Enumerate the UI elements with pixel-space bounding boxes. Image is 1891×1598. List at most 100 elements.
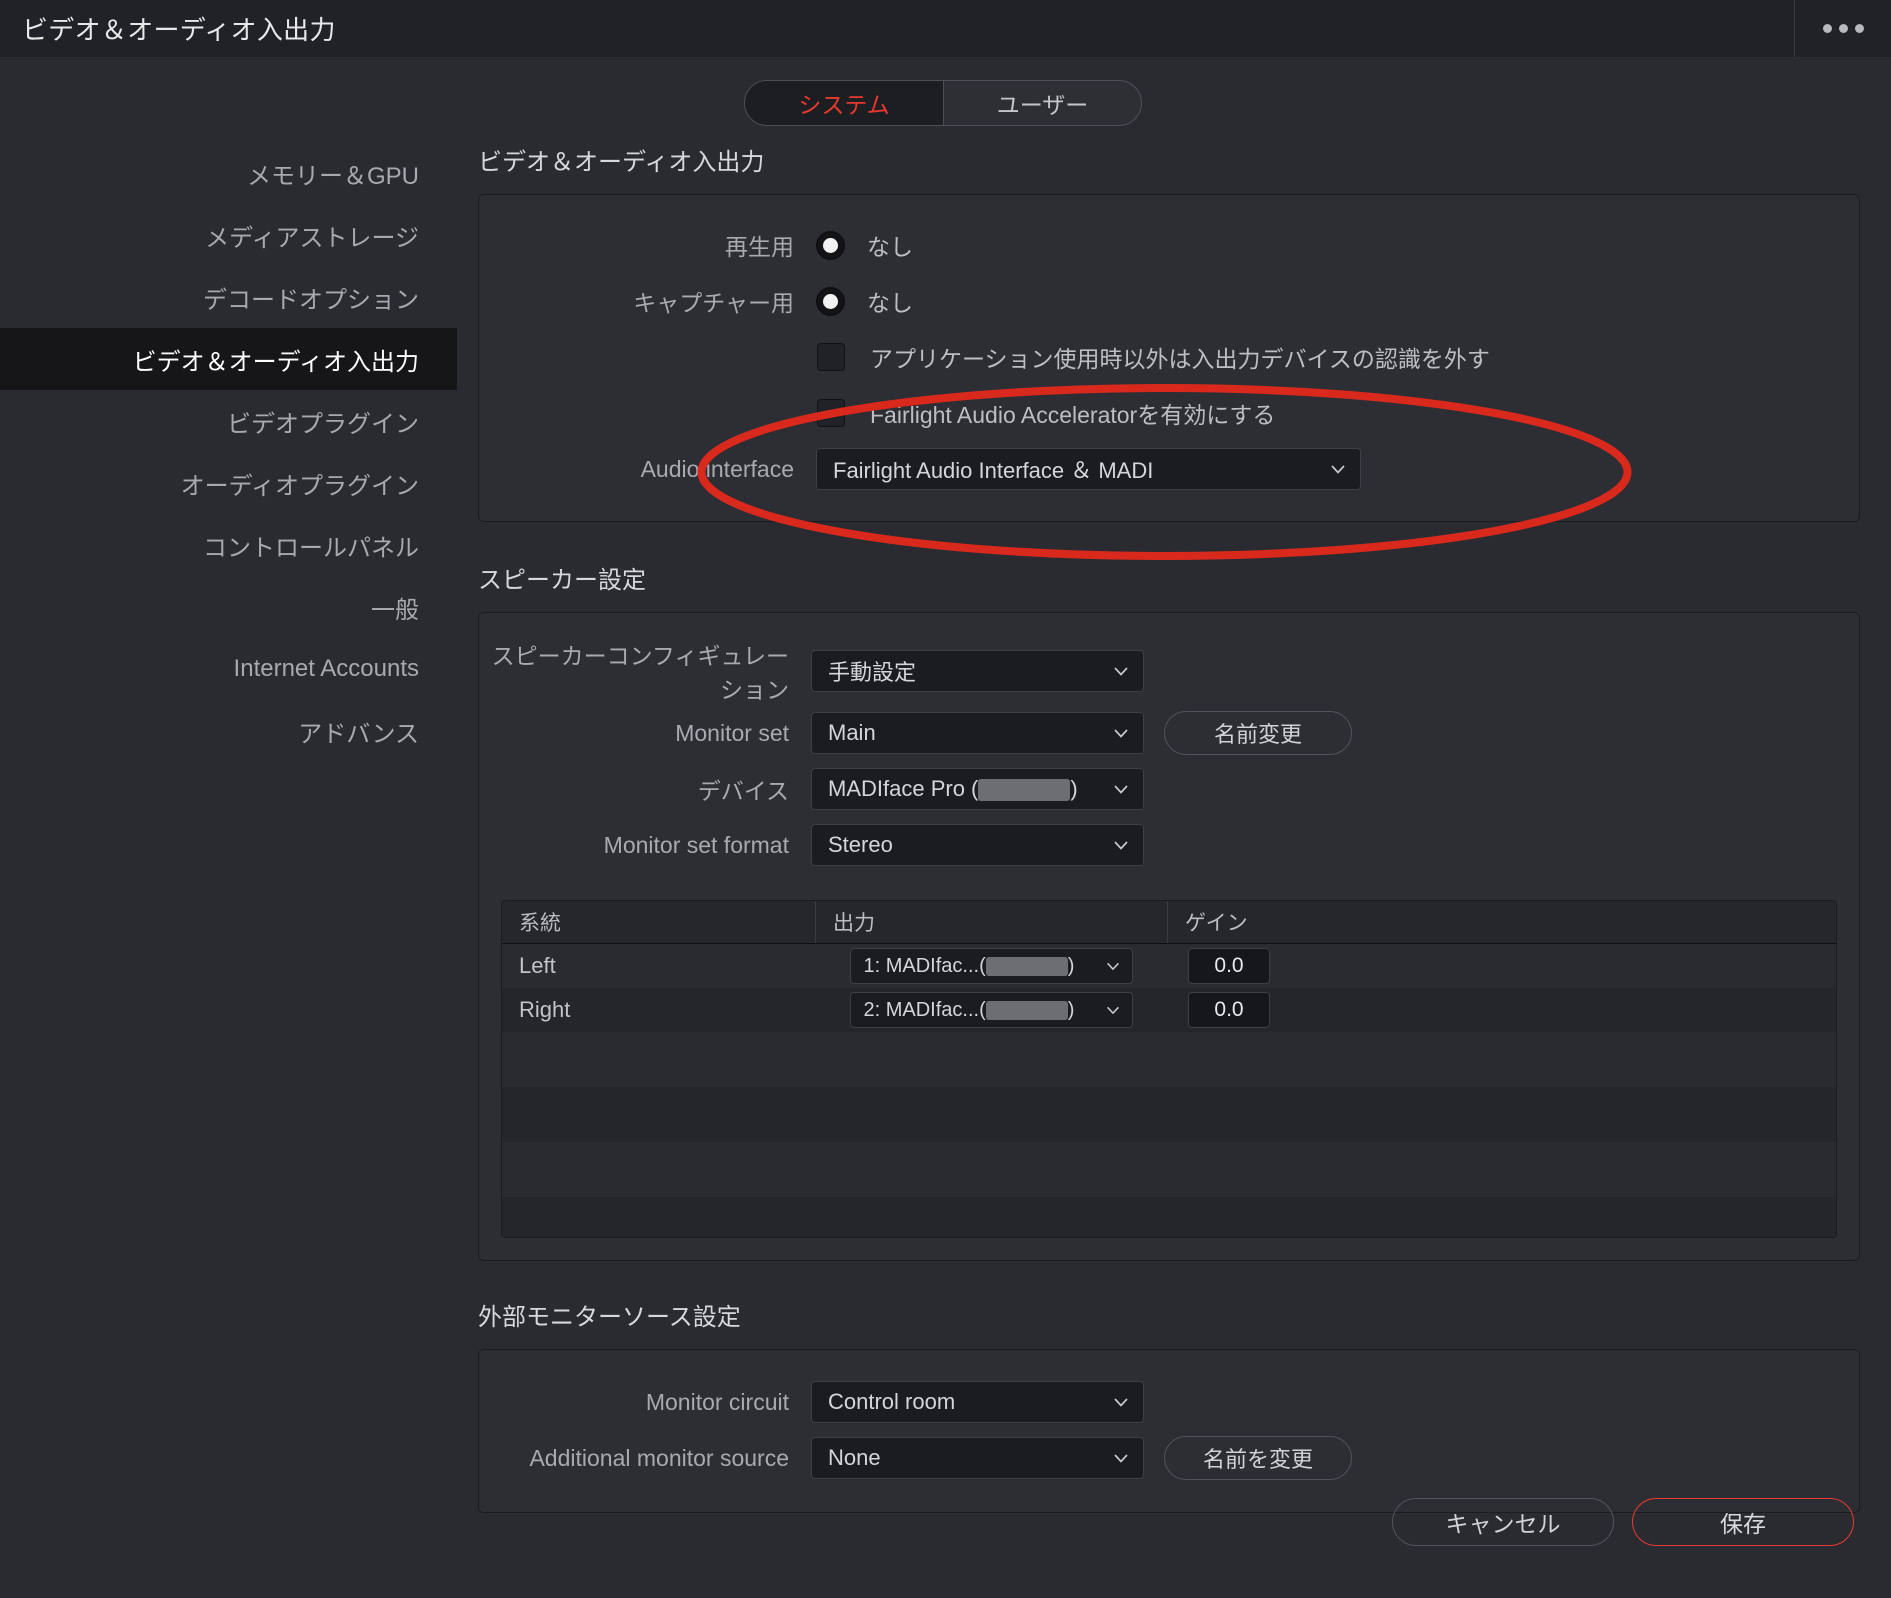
capture-row: キャプチャー用 なし bbox=[479, 273, 1859, 329]
device-value: MADIface Pro () bbox=[828, 776, 1111, 802]
fairlight-accelerator-row: Fairlight Audio Acceleratorを有効にする bbox=[479, 385, 1859, 441]
audio-interface-row: Audio interface Fairlight Audio Interfac… bbox=[479, 441, 1859, 497]
playback-value: なし bbox=[867, 228, 913, 262]
table-row-empty bbox=[502, 1087, 1836, 1142]
table-row-empty bbox=[502, 1197, 1836, 1237]
row-gain-left-input[interactable]: 0.0 bbox=[1188, 948, 1270, 984]
additional-monitor-source-value: None bbox=[828, 1445, 1111, 1471]
row-output-left-cell: 1: MADIfac...() bbox=[815, 944, 1167, 988]
device-value-prefix: MADIface Pro ( bbox=[828, 776, 978, 801]
chevron-down-icon bbox=[1111, 779, 1131, 799]
speaker-config-row: スピーカーコンフィギュレーション 手動設定 bbox=[479, 637, 1859, 705]
monitor-set-format-label: Monitor set format bbox=[479, 832, 789, 859]
dot-1 bbox=[1823, 24, 1832, 33]
release-devices-row: アプリケーション使用時以外は入出力デバイスの認識を外す bbox=[479, 329, 1859, 385]
monitor-set-select[interactable]: Main bbox=[811, 712, 1144, 754]
chevron-down-icon bbox=[1111, 1392, 1131, 1412]
row-output-right-cell: 2: MADIfac...() bbox=[815, 988, 1167, 1032]
row-output-left-value: 1: MADIfac...() bbox=[864, 955, 1103, 978]
additional-monitor-source-rename-button[interactable]: 名前を変更 bbox=[1164, 1436, 1352, 1480]
monitor-set-label: Monitor set bbox=[479, 720, 789, 747]
video-audio-io-panel: 再生用 なし キャプチャー用 なし アプリケーション使用時以外は入出力デバイスの… bbox=[478, 194, 1860, 522]
release-devices-checkbox[interactable] bbox=[817, 343, 845, 371]
speaker-config-label: スピーカーコンフィギュレーション bbox=[479, 637, 789, 705]
table-row-empty bbox=[502, 1142, 1836, 1197]
table-row-empty bbox=[502, 1032, 1836, 1087]
row-output-right-select[interactable]: 2: MADIfac...() bbox=[850, 992, 1133, 1028]
sidebar-item-media-storage[interactable]: メディアストレージ bbox=[0, 204, 457, 266]
monitor-set-format-row: Monitor set format Stereo bbox=[479, 817, 1859, 873]
row-output-left-select[interactable]: 1: MADIfac...() bbox=[850, 948, 1133, 984]
settings-sidebar: メモリー＆GPU メディアストレージ デコードオプション ビデオ＆オーディオ入出… bbox=[0, 142, 457, 762]
monitor-set-row: Monitor set Main 名前変更 bbox=[479, 705, 1859, 761]
cancel-button[interactable]: キャンセル bbox=[1392, 1498, 1614, 1546]
sidebar-item-video-audio-io[interactable]: ビデオ＆オーディオ入出力 bbox=[0, 328, 457, 390]
additional-monitor-source-row: Additional monitor source None 名前を変更 bbox=[479, 1430, 1859, 1486]
sidebar-item-advanced[interactable]: アドバンス bbox=[0, 700, 457, 762]
speaker-setup-heading: スピーカー設定 bbox=[478, 560, 1860, 595]
title-bar: ビデオ＆オーディオ入出力 bbox=[0, 0, 1891, 57]
dot-3 bbox=[1855, 24, 1864, 33]
chevron-down-icon bbox=[1103, 956, 1123, 976]
video-audio-io-heading: ビデオ＆オーディオ入出力 bbox=[478, 142, 1860, 177]
tab-system[interactable]: システム bbox=[745, 81, 943, 125]
table-header-row: 系統 出力 ゲイン bbox=[502, 901, 1836, 944]
device-value-suffix: ) bbox=[1070, 776, 1077, 801]
audio-interface-select[interactable]: Fairlight Audio Interface ＆ MADI bbox=[816, 448, 1361, 490]
row-output-right-value: 2: MADIfac...() bbox=[864, 999, 1103, 1022]
table-header-system: 系統 bbox=[502, 901, 815, 943]
chevron-down-icon bbox=[1111, 835, 1131, 855]
chevron-down-icon bbox=[1111, 723, 1131, 743]
audio-interface-value: Fairlight Audio Interface ＆ MADI bbox=[833, 453, 1328, 485]
device-row: デバイス MADIface Pro () bbox=[479, 761, 1859, 817]
sidebar-item-memory-gpu[interactable]: メモリー＆GPU bbox=[0, 142, 457, 204]
row-gain-right-input[interactable]: 0.0 bbox=[1188, 992, 1270, 1028]
row-gain-right-cell: 0.0 bbox=[1167, 988, 1836, 1032]
release-devices-label: アプリケーション使用時以外は入出力デバイスの認識を外す bbox=[870, 340, 1490, 374]
device-select[interactable]: MADIface Pro () bbox=[811, 768, 1144, 810]
sidebar-item-audio-plugins[interactable]: オーディオプラグイン bbox=[0, 452, 457, 514]
playback-radio[interactable] bbox=[816, 231, 845, 260]
settings-content: ビデオ＆オーディオ入出力 再生用 なし キャプチャー用 なし アプリケーション使… bbox=[478, 142, 1860, 1513]
sidebar-item-control-panels[interactable]: コントロールパネル bbox=[0, 514, 457, 576]
sidebar-item-decode-options[interactable]: デコードオプション bbox=[0, 266, 457, 328]
chevron-down-icon bbox=[1103, 1000, 1123, 1020]
audio-interface-label: Audio interface bbox=[479, 456, 794, 483]
playback-row: 再生用 なし bbox=[479, 217, 1859, 273]
window-title: ビデオ＆オーディオ入出力 bbox=[22, 10, 336, 47]
monitor-set-format-select[interactable]: Stereo bbox=[811, 824, 1144, 866]
table-header-output: 出力 bbox=[815, 901, 1167, 943]
capture-radio[interactable] bbox=[816, 287, 845, 316]
external-monitor-panel: Monitor circuit Control room Additional … bbox=[478, 1349, 1860, 1513]
sidebar-item-video-plugins[interactable]: ビデオプラグイン bbox=[0, 390, 457, 452]
capture-label: キャプチャー用 bbox=[479, 284, 794, 318]
monitor-set-value: Main bbox=[828, 720, 1111, 746]
row-name-left: Left bbox=[502, 944, 815, 988]
mode-tabs: システム ユーザー bbox=[744, 80, 1142, 126]
sidebar-item-internet-accounts[interactable]: Internet Accounts bbox=[0, 638, 457, 700]
row-name-right: Right bbox=[502, 988, 815, 1032]
monitor-set-rename-button[interactable]: 名前変更 bbox=[1164, 711, 1352, 755]
speaker-config-select[interactable]: 手動設定 bbox=[811, 650, 1144, 692]
additional-monitor-source-select[interactable]: None bbox=[811, 1437, 1144, 1479]
table-header-gain: ゲイン bbox=[1167, 901, 1836, 943]
chevron-down-icon bbox=[1111, 1448, 1131, 1468]
preferences-window: ビデオ＆オーディオ入出力 システム ユーザー メモリー＆GPU メディアストレー… bbox=[0, 0, 1891, 1598]
device-label: デバイス bbox=[479, 772, 789, 806]
additional-monitor-source-label: Additional monitor source bbox=[479, 1445, 789, 1472]
monitor-circuit-select[interactable]: Control room bbox=[811, 1381, 1144, 1423]
speaker-routing-table: 系統 出力 ゲイン Left 1: MADIfac...() bbox=[501, 900, 1837, 1238]
fairlight-accelerator-checkbox[interactable] bbox=[817, 399, 845, 427]
playback-label: 再生用 bbox=[479, 228, 794, 262]
device-value-redacted bbox=[978, 779, 1070, 801]
sidebar-item-general[interactable]: 一般 bbox=[0, 576, 457, 638]
fairlight-accelerator-label: Fairlight Audio Acceleratorを有効にする bbox=[870, 396, 1275, 430]
tab-user[interactable]: ユーザー bbox=[943, 81, 1141, 125]
capture-value: なし bbox=[867, 284, 913, 318]
ellipsis-icon[interactable] bbox=[1795, 0, 1891, 57]
table-row: Left 1: MADIfac...() 0.0 bbox=[502, 944, 1836, 988]
external-monitor-heading: 外部モニターソース設定 bbox=[478, 1297, 1860, 1332]
chevron-down-icon bbox=[1111, 661, 1131, 681]
save-button[interactable]: 保存 bbox=[1632, 1498, 1854, 1546]
row-gain-left-cell: 0.0 bbox=[1167, 944, 1836, 988]
